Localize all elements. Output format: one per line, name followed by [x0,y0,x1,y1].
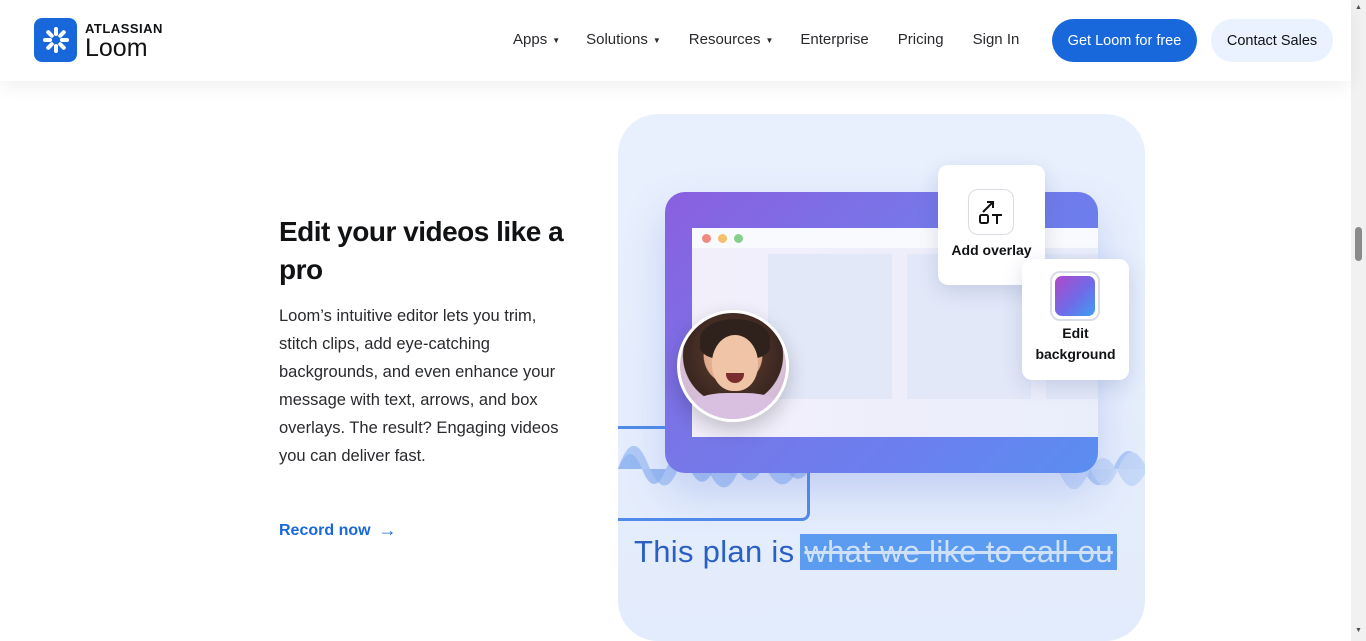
feature-heading: Edit your videos like a pro [279,216,564,285]
record-now-link[interactable]: Record now → [279,520,397,541]
logo-product: Loom [85,33,148,62]
close-dot-icon [702,234,711,243]
presenter-avatar [677,310,789,422]
record-now-label: Record now [279,521,371,539]
scrollbar-thumb[interactable] [1355,227,1362,261]
nav-enterprise[interactable]: Enterprise [800,31,868,48]
nav-pricing[interactable]: Pricing [898,31,944,48]
logo-brand: ATLASSIAN [85,20,163,36]
chevron-down-icon: ▼ [765,36,774,45]
site-header: ATLASSIAN Loom Apps ▼ Solutions ▼ Resour… [0,0,1351,81]
chevron-down-icon: ▼ [652,36,661,45]
editor-illustration: Add overlay Edit background This plan is… [618,114,1145,641]
arrow-right-icon: → [378,520,397,540]
main-nav: Apps ▼ Solutions ▼ Resources ▼ Enterpris… [513,31,1019,48]
caption-highlighted-text: what we like to call ou [800,534,1117,570]
nav-pricing-label: Pricing [897,31,944,48]
maximize-dot-icon [734,234,743,243]
transcript-caption: This plan is what we like to call ou [634,534,1117,570]
logo-wordmark: ATLASSIAN Loom [85,20,163,61]
nav-enterprise-label: Enterprise [800,31,869,48]
chevron-down-icon: ▼ [552,36,561,45]
nav-sign-in-label: Sign In [972,31,1020,48]
loom-burst-icon [34,18,77,62]
scroll-up-arrow-icon[interactable]: ▲ [1355,4,1362,11]
caption-plain-text: This plan is [634,534,795,569]
get-loom-free-button[interactable]: Get Loom for free [1052,19,1197,62]
background-swatch-icon [1050,271,1100,321]
nav-resources[interactable]: Resources ▼ [689,31,774,48]
contact-sales-button[interactable]: Contact Sales [1211,19,1333,62]
edit-background-card[interactable]: Edit background [1022,259,1129,380]
add-overlay-label: Add overlay [951,242,1032,258]
minimize-dot-icon [718,234,727,243]
nav-solutions[interactable]: Solutions ▼ [586,31,661,48]
add-overlay-icon [968,189,1014,235]
nav-sign-in[interactable]: Sign In [973,31,1020,48]
nav-solutions-label: Solutions [586,31,648,48]
feature-description: Loom’s intuitive editor lets you trim, s… [279,307,559,465]
avatar-body [688,393,784,419]
scroll-down-arrow-icon[interactable]: ▼ [1355,627,1362,634]
nav-resources-label: Resources [688,31,761,48]
edit-background-label: Edit background [1035,325,1116,362]
nav-apps-label: Apps [513,31,548,48]
atlassian-loom-logo[interactable]: ATLASSIAN Loom [34,18,163,62]
nav-apps[interactable]: Apps ▼ [513,31,560,48]
page-scrollbar[interactable]: ▲ ▼ [1351,0,1366,641]
